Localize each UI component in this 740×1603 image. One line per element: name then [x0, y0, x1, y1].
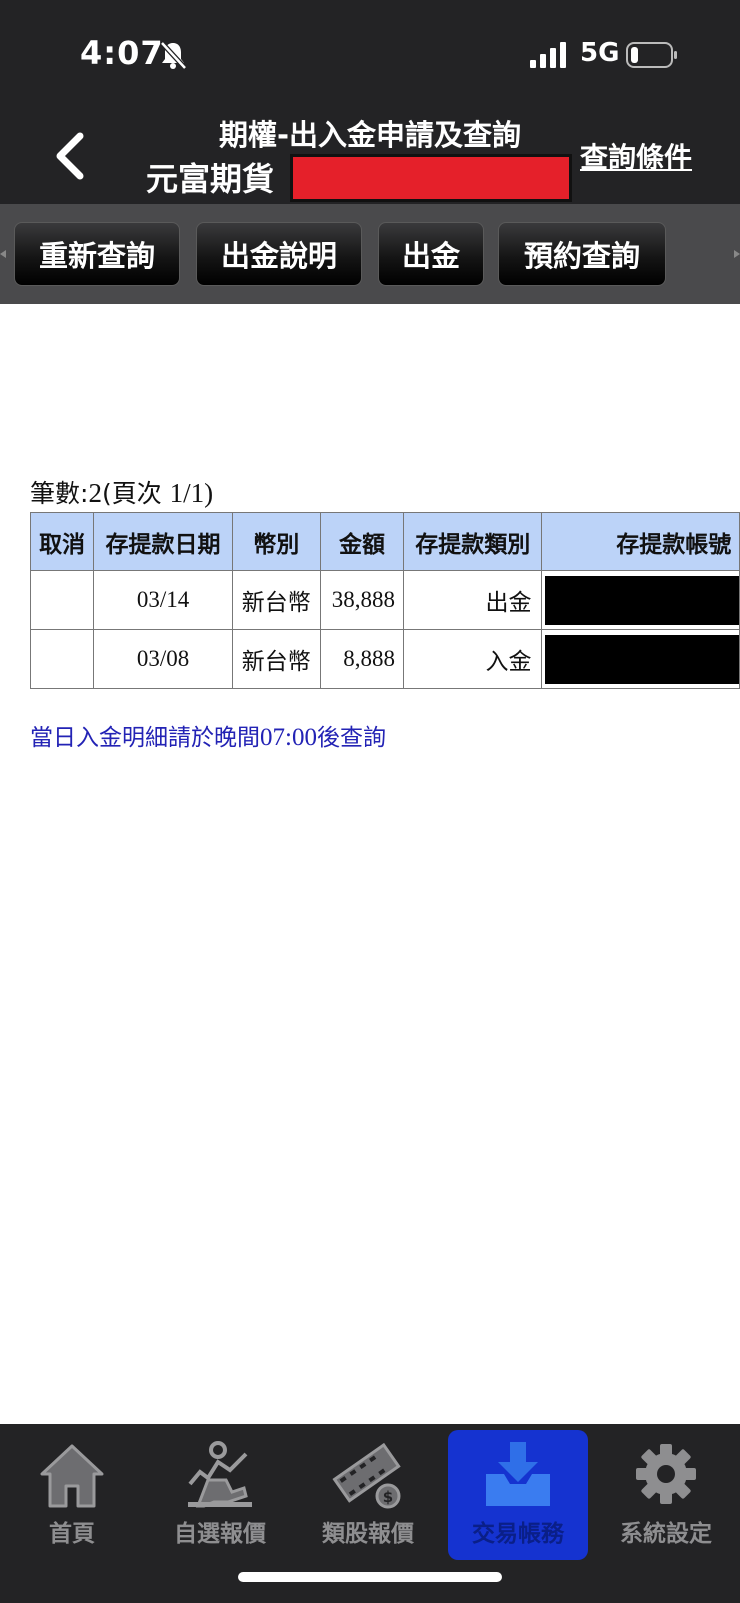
record-count-label: 筆數:	[30, 479, 89, 508]
cell-amount: 8,888	[319, 629, 405, 689]
redacted-account-block	[290, 154, 572, 202]
cell-cancel[interactable]	[29, 570, 95, 630]
home-indicator[interactable]	[238, 1572, 502, 1582]
cell-account	[541, 629, 740, 689]
header-date: 存提款日期	[93, 512, 233, 571]
cell-date: 03/14	[93, 570, 233, 630]
battery-icon	[626, 42, 677, 68]
record-count-value: 2	[88, 478, 102, 508]
record-count: 筆數:2(頁次 1/1)	[30, 474, 213, 510]
header-cancel: 取消	[29, 512, 95, 571]
stock-reader-icon	[188, 1441, 252, 1508]
tab-system-settings[interactable]: 系統設定	[596, 1430, 736, 1560]
header-currency: 幣別	[231, 512, 321, 571]
tab-label: 自選報價	[174, 1521, 266, 1547]
cell-amount: 38,888	[319, 570, 405, 630]
cell-date: 03/08	[93, 629, 233, 689]
cell-type: 出金	[403, 570, 543, 630]
tab-trade-account[interactable]: 交易帳務	[448, 1430, 588, 1560]
table-row: 03/14 新台幣 38,888 出金	[29, 570, 740, 630]
tab-home[interactable]: 首頁	[2, 1430, 142, 1560]
broker-name: 元富期貨	[146, 160, 275, 198]
reservation-query-button[interactable]: 預約查詢	[498, 222, 666, 286]
tab-label: 類股報價	[322, 1521, 414, 1547]
withdraw-button[interactable]: 出金	[378, 222, 484, 286]
notice-prefix: 當日入金明細請於晚間	[30, 725, 260, 751]
scroll-left-icon	[0, 250, 6, 258]
tab-label: 系統設定	[620, 1521, 712, 1547]
cell-currency: 新台幣	[231, 570, 321, 630]
deposit-withdrawal-table: 取消 存提款日期 幣別 金額 存提款類別 存提款帳號 03/14 新台幣 38,…	[29, 512, 740, 689]
query-conditions-link[interactable]: 查詢條件	[580, 136, 692, 176]
tab-sector-quotes[interactable]: $ 類股報價	[298, 1430, 438, 1560]
gear-icon	[636, 1444, 696, 1504]
nav-header: 期權-出入金申請及查詢 元富期貨 查詢條件	[0, 110, 740, 204]
notice-suffix: 後查詢	[316, 725, 386, 751]
withdrawal-info-button[interactable]: 出金說明	[196, 222, 362, 286]
status-bar: 4:07 5G	[0, 0, 740, 110]
cell-cancel[interactable]	[29, 629, 95, 689]
header-account: 存提款帳號	[541, 512, 740, 571]
network-label: 5G	[580, 38, 620, 68]
home-icon	[40, 1444, 104, 1508]
svg-text:$: $	[383, 1488, 393, 1506]
page-value: 1/1)	[169, 478, 214, 508]
header-amount: 金額	[319, 512, 405, 571]
page-label: (頁次	[101, 479, 170, 508]
tab-label: 首頁	[49, 1521, 95, 1547]
signal-icon	[530, 42, 566, 68]
notice-time: 07:00	[260, 724, 317, 751]
cell-account	[541, 570, 740, 630]
scroll-right-icon	[734, 250, 740, 258]
inbox-download-icon	[486, 1442, 550, 1506]
deposit-notice: 當日入金明細請於晚間07:00後查詢	[30, 718, 386, 752]
requery-button[interactable]: 重新查詢	[14, 222, 180, 286]
redacted-account	[545, 576, 739, 625]
bell-muted-icon	[160, 41, 187, 70]
header-type: 存提款類別	[403, 512, 543, 571]
action-toolbar: 重新查詢 出金說明 出金 預約查詢	[0, 204, 740, 304]
status-time: 4:07	[80, 34, 164, 72]
cell-type: 入金	[403, 629, 543, 689]
tab-label: 交易帳務	[472, 1521, 564, 1547]
table-header-row: 取消 存提款日期 幣別 金額 存提款類別 存提款帳號	[29, 512, 740, 571]
redacted-account	[545, 635, 739, 684]
film-coin-icon: $	[332, 1442, 401, 1509]
tab-watchlist-quotes[interactable]: 自選報價	[150, 1430, 290, 1560]
table-row: 03/08 新台幣 8,888 入金	[29, 629, 740, 689]
cell-currency: 新台幣	[231, 629, 321, 689]
